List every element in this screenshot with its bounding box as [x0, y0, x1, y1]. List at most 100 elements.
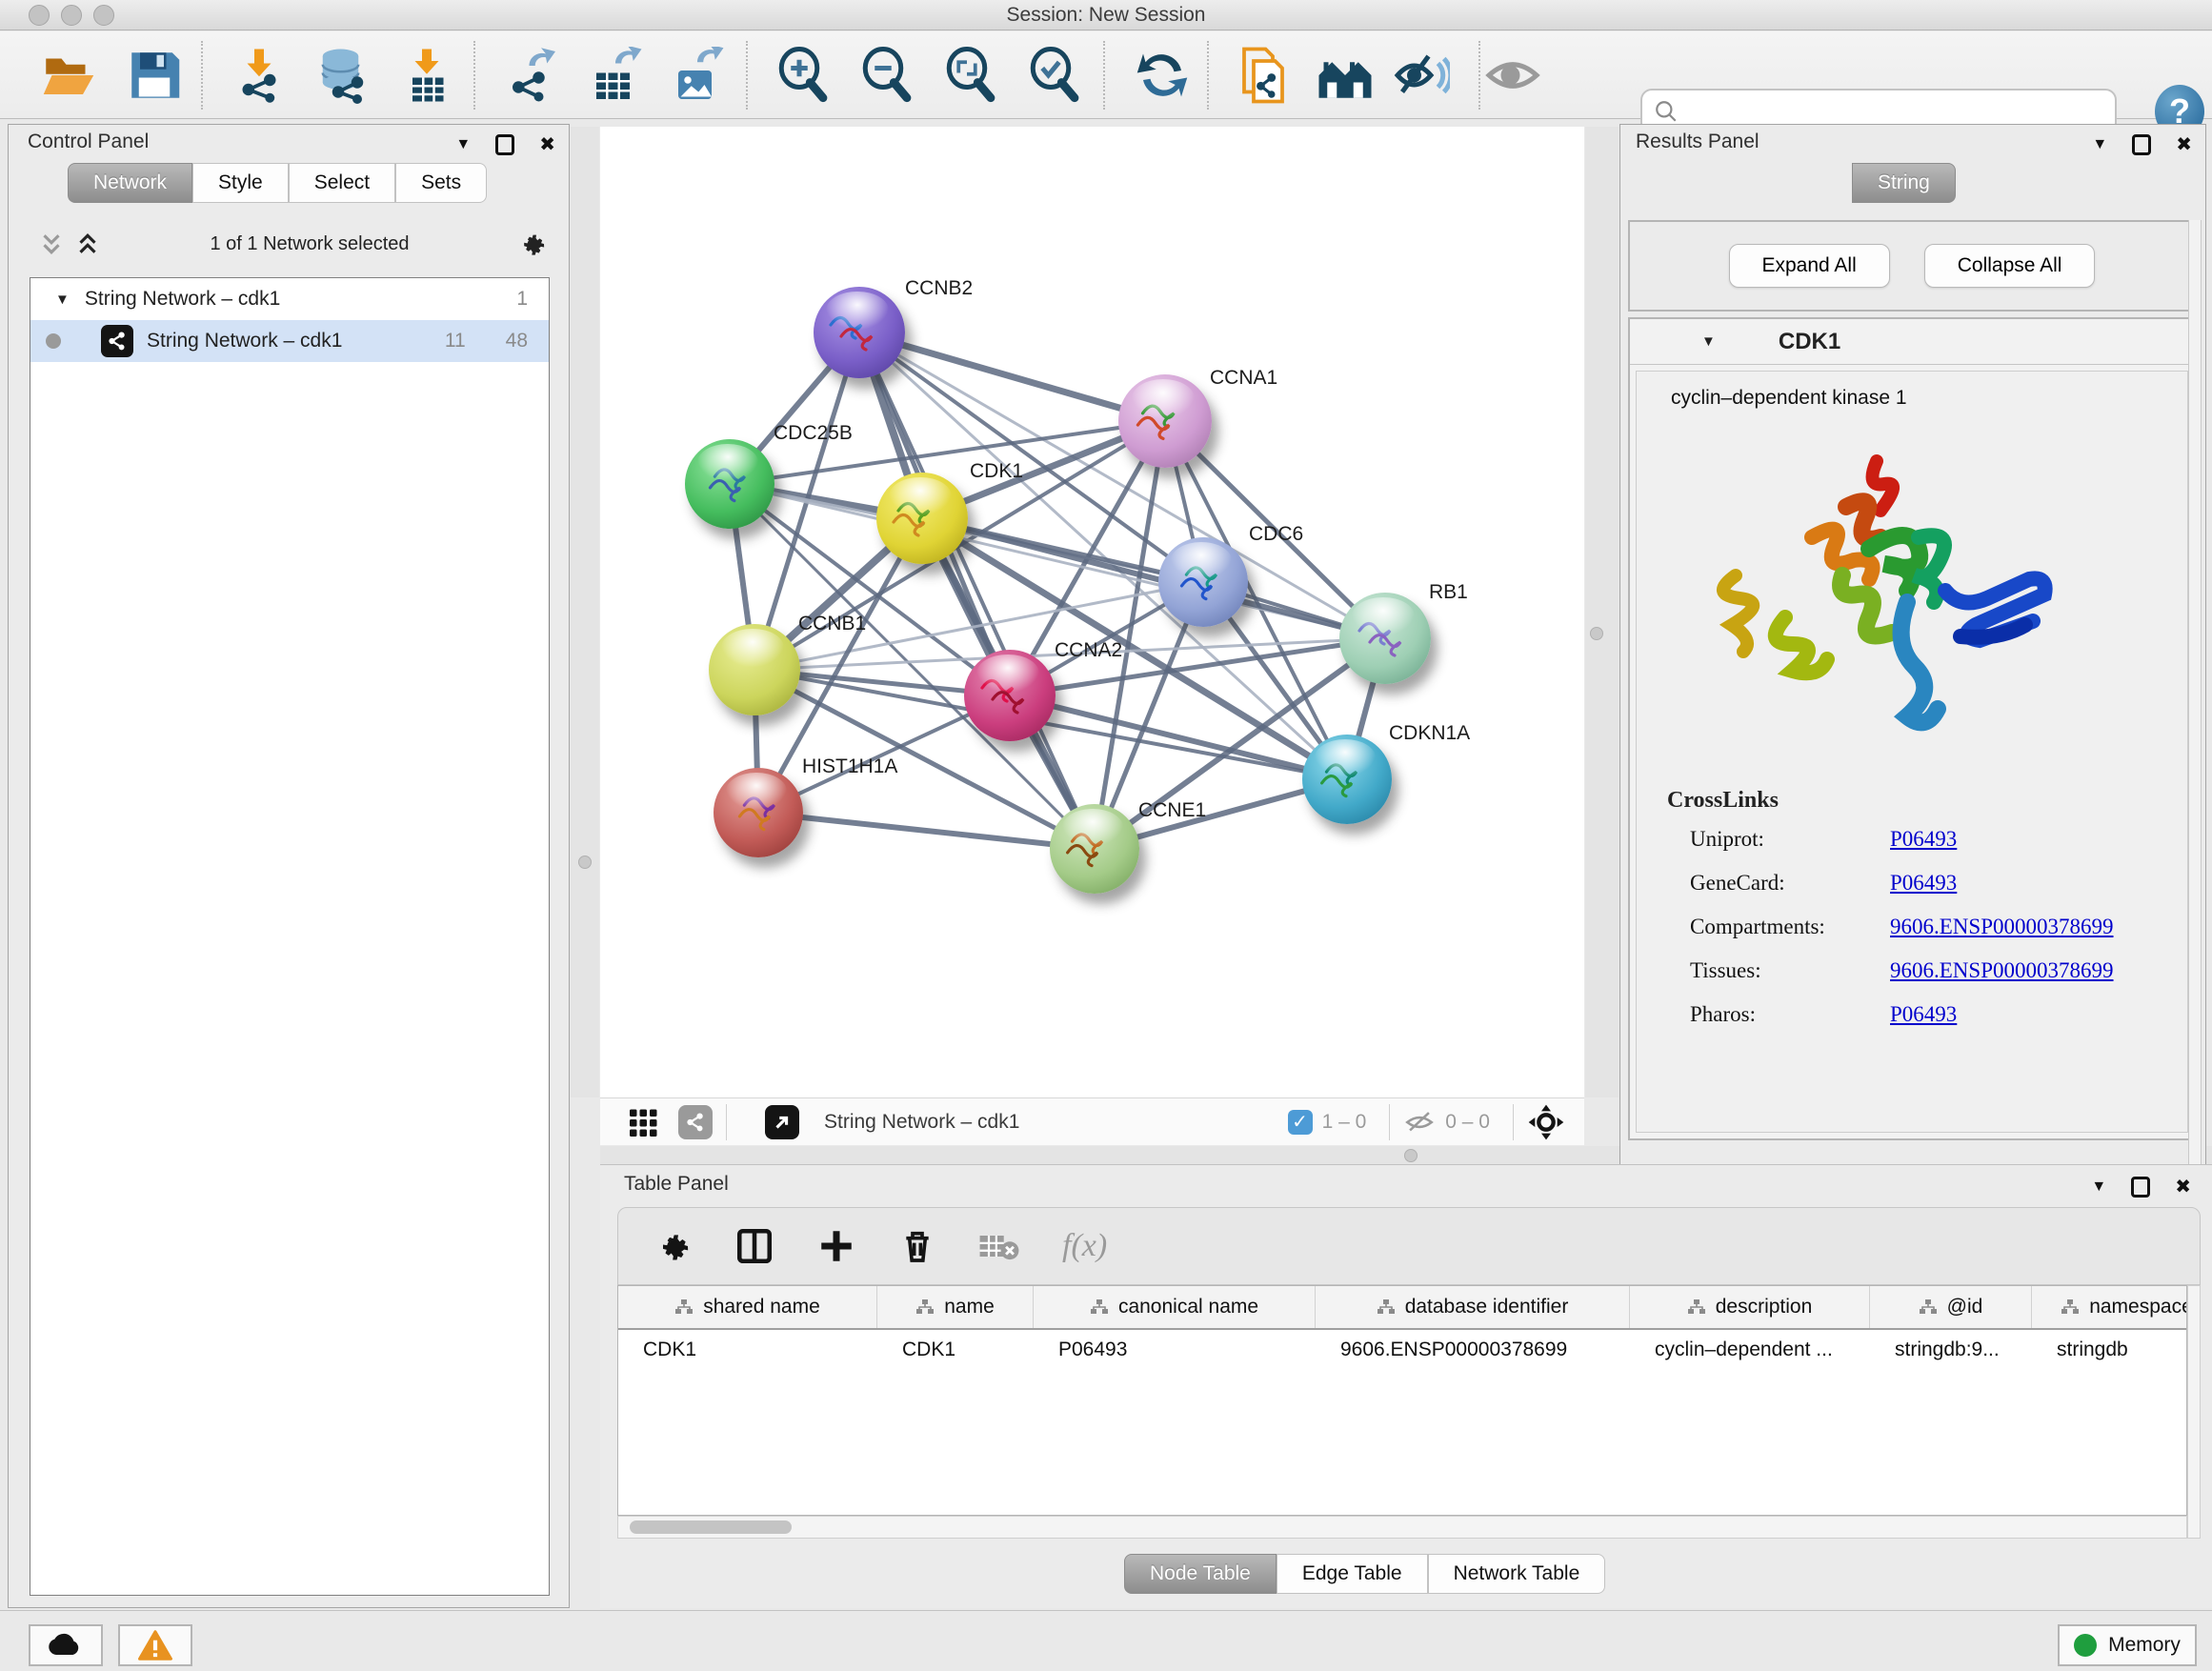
panel-menu-icon[interactable]: ▼: [2092, 136, 2107, 153]
column-header-shared-name[interactable]: shared name: [618, 1286, 877, 1328]
tab-network[interactable]: Network: [68, 163, 192, 203]
import-network-database-icon[interactable]: [314, 47, 372, 104]
network-share-icon[interactable]: [678, 1105, 713, 1139]
open-session-icon[interactable]: [40, 47, 97, 104]
collapse-all-button[interactable]: Collapse All: [1924, 244, 2096, 288]
zoom-fit-icon[interactable]: [943, 47, 1000, 104]
network-collection-row[interactable]: ▼ String Network – cdk1 1: [30, 278, 549, 320]
protein-structure-image: [1694, 427, 2094, 770]
node-ccna1[interactable]: [1118, 374, 1212, 468]
collapse-protein-icon[interactable]: ▼: [1701, 333, 1716, 350]
table-options-gear-icon[interactable]: [654, 1227, 693, 1265]
add-column-icon[interactable]: [816, 1226, 856, 1266]
warnings-button[interactable]: [118, 1624, 192, 1666]
node-cdc25b[interactable]: [685, 439, 774, 529]
table-cell[interactable]: CDK1: [877, 1330, 1034, 1374]
network-status-dot: [46, 333, 61, 349]
tab-select[interactable]: Select: [289, 163, 395, 203]
delete-column-icon[interactable]: [898, 1227, 936, 1265]
hide-selected-icon[interactable]: [1393, 47, 1450, 104]
column-header-name[interactable]: name: [877, 1286, 1034, 1328]
column-header-canonical-name[interactable]: canonical name: [1034, 1286, 1316, 1328]
crosslink-link[interactable]: P06493: [1890, 827, 1957, 852]
node-table[interactable]: shared namenamecanonical namedatabase id…: [617, 1285, 2187, 1516]
panel-menu-icon[interactable]: ▼: [2091, 1178, 2106, 1196]
first-neighbors-icon[interactable]: [1317, 47, 1374, 104]
import-table-icon[interactable]: [398, 47, 455, 104]
column-header-description[interactable]: description: [1630, 1286, 1870, 1328]
toolbar-separator: [201, 41, 203, 110]
node-hist1h1a[interactable]: [714, 768, 803, 857]
memory-button[interactable]: Memory: [2058, 1624, 2197, 1666]
tab-edge-table[interactable]: Edge Table: [1277, 1554, 1428, 1594]
zoom-in-icon[interactable]: [775, 47, 833, 104]
table-cell[interactable]: P06493: [1034, 1330, 1316, 1374]
panel-float-icon[interactable]: [2131, 1177, 2150, 1198]
network-row[interactable]: String Network – cdk1 11 48: [30, 320, 549, 362]
table-cell[interactable]: cyclin–dependent ...: [1630, 1330, 1870, 1374]
collapse-all-tree-icon[interactable]: [73, 230, 102, 258]
tab-network-table[interactable]: Network Table: [1428, 1554, 1606, 1594]
panel-close-icon[interactable]: ✖: [539, 132, 555, 156]
node-ccna2[interactable]: [964, 650, 1056, 741]
crosslink-link[interactable]: 9606.ENSP00000378699: [1890, 958, 2114, 983]
selected-checkbox-icon[interactable]: ✓: [1288, 1110, 1313, 1135]
export-network-icon[interactable]: [503, 47, 560, 104]
pan-crosshair-icon[interactable]: [1527, 1103, 1565, 1141]
column-header-database-identifier[interactable]: database identifier: [1316, 1286, 1630, 1328]
import-network-file-icon[interactable]: [231, 47, 288, 104]
panel-close-icon[interactable]: ✖: [2176, 132, 2192, 156]
network-view[interactable]: CCNB2CCNA1CDC25BCDK1CDC6RB1CCNB1CCNA2CDK…: [600, 127, 1584, 1097]
node-ccnb2[interactable]: [814, 287, 905, 378]
panel-float-icon[interactable]: [495, 134, 514, 155]
hidden-eye-icon[interactable]: [1403, 1106, 1436, 1138]
tab-string[interactable]: String: [1852, 163, 1956, 203]
export-image-icon[interactable]: [669, 47, 726, 104]
table-cell[interactable]: CDK1: [618, 1330, 877, 1374]
node-cdkn1a[interactable]: [1302, 735, 1392, 824]
node-cdk1[interactable]: [876, 473, 968, 564]
right-splitter[interactable]: [1585, 127, 1619, 1097]
expand-all-button[interactable]: Expand All: [1729, 244, 1890, 288]
crosslink-link[interactable]: P06493: [1890, 871, 1957, 896]
table-cell[interactable]: 9606.ENSP00000378699: [1316, 1330, 1630, 1374]
cloud-status-button[interactable]: [29, 1624, 103, 1666]
panel-float-icon[interactable]: [2132, 134, 2151, 155]
node-ccnb1[interactable]: [709, 624, 800, 715]
show-columns-icon[interactable]: [734, 1226, 774, 1266]
zoom-out-icon[interactable]: [859, 47, 916, 104]
table-vscrollbar[interactable]: [2187, 1285, 2201, 1539]
network-selected-status: 1 of 1 Network selected: [102, 233, 517, 255]
left-splitter[interactable]: [571, 127, 599, 1097]
table-row[interactable]: CDK1CDK1P064939606.ENSP00000378699cyclin…: [618, 1330, 2186, 1374]
birds-eye-grid-icon[interactable]: [627, 1105, 661, 1139]
node-rb1[interactable]: [1339, 593, 1431, 684]
save-session-icon[interactable]: [126, 47, 183, 104]
column-header--id[interactable]: @id: [1870, 1286, 2032, 1328]
edge[interactable]: [758, 813, 1095, 849]
function-builder-icon: f(x): [1062, 1228, 1107, 1264]
node-ccne1[interactable]: [1050, 804, 1139, 894]
tree-expand-icon[interactable]: ▼: [55, 292, 70, 308]
table-hscrollbar[interactable]: [617, 1516, 2187, 1539]
table-cell[interactable]: stringdb: [2032, 1330, 2187, 1374]
panel-close-icon[interactable]: ✖: [2175, 1175, 2191, 1198]
open-in-window-icon[interactable]: [765, 1105, 799, 1139]
tab-style[interactable]: Style: [192, 163, 289, 203]
table-cell[interactable]: stringdb:9...: [1870, 1330, 2032, 1374]
refresh-icon[interactable]: [1134, 47, 1191, 104]
node-cdc6[interactable]: [1158, 537, 1248, 627]
crosslink-link[interactable]: 9606.ENSP00000378699: [1890, 915, 2114, 939]
panel-menu-icon[interactable]: ▼: [455, 136, 471, 153]
export-table-icon[interactable]: [587, 47, 644, 104]
clone-network-icon[interactable]: [1235, 47, 1292, 104]
crosslink-link[interactable]: P06493: [1890, 1002, 1957, 1027]
node-label-cdc25b: CDC25B: [774, 422, 853, 445]
tab-node-table[interactable]: Node Table: [1124, 1554, 1277, 1594]
zoom-selected-icon[interactable]: [1027, 47, 1084, 104]
tab-sets[interactable]: Sets: [395, 163, 487, 203]
expand-all-tree-icon[interactable]: [37, 230, 66, 258]
network-options-gear-icon[interactable]: [517, 229, 548, 259]
column-header-namespace[interactable]: namespace: [2032, 1286, 2187, 1328]
toolbar-separator: [1478, 41, 1480, 110]
